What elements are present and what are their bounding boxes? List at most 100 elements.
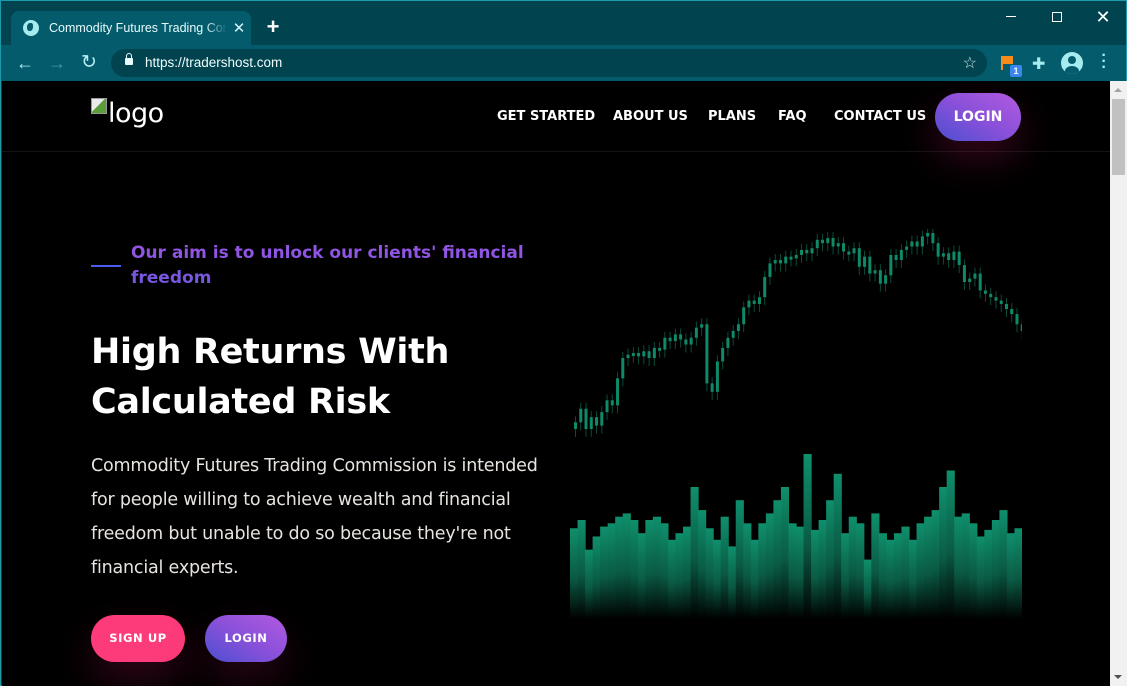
volume-bar bbox=[893, 533, 903, 619]
volume-bar bbox=[1014, 528, 1022, 619]
page-scrollbar[interactable] bbox=[1110, 81, 1127, 686]
candle-body bbox=[936, 243, 940, 257]
new-tab-button[interactable]: + bbox=[263, 15, 283, 39]
candle-body bbox=[815, 239, 819, 249]
volume-bar bbox=[803, 454, 812, 619]
candle-body bbox=[952, 251, 956, 261]
candle-body bbox=[642, 351, 646, 357]
candle-body bbox=[658, 347, 662, 351]
nav-contact-us[interactable]: CONTACT US bbox=[834, 109, 926, 124]
nav-get-started[interactable]: GET STARTED bbox=[497, 109, 595, 124]
forward-button[interactable]: → bbox=[45, 51, 69, 75]
volume-bar bbox=[713, 539, 722, 619]
candle-body bbox=[726, 337, 730, 348]
candlestick-series bbox=[574, 229, 1022, 437]
candle-body bbox=[810, 248, 814, 254]
volume-bar bbox=[705, 528, 714, 619]
candle-body bbox=[831, 238, 835, 247]
volume-bar bbox=[592, 536, 601, 619]
candle-body bbox=[663, 337, 667, 350]
volume-bar bbox=[652, 516, 661, 619]
candle-body bbox=[800, 249, 803, 255]
extensions-puzzle-icon[interactable]: ✚ bbox=[1032, 54, 1045, 74]
candle-body bbox=[700, 324, 704, 328]
minimize-icon bbox=[1006, 16, 1016, 17]
candle-body bbox=[947, 253, 951, 261]
candle-body bbox=[621, 358, 625, 379]
candle-body bbox=[978, 273, 982, 291]
close-tab-icon[interactable]: ✕ bbox=[231, 19, 247, 37]
candle-body bbox=[857, 248, 861, 267]
candle-body bbox=[941, 253, 945, 257]
candle-body bbox=[1010, 309, 1014, 315]
volume-bar bbox=[818, 520, 827, 619]
candle-body bbox=[579, 408, 583, 423]
candle-body bbox=[920, 236, 924, 247]
candle-body bbox=[605, 400, 609, 413]
bookmark-star-icon[interactable]: ☆ bbox=[963, 53, 977, 73]
url-text[interactable]: https://tradershost.com bbox=[145, 55, 282, 70]
extension-badge: 1 bbox=[1010, 65, 1022, 77]
candle-body bbox=[1020, 324, 1022, 331]
candle-body bbox=[616, 378, 620, 406]
nav-plans[interactable]: PLANS bbox=[708, 109, 756, 124]
profile-avatar-icon[interactable] bbox=[1061, 52, 1083, 74]
address-bar[interactable]: https://tradershost.com ☆ bbox=[111, 49, 987, 77]
nav-about-us[interactable]: ABOUT US bbox=[613, 109, 688, 124]
candle-body bbox=[962, 265, 966, 282]
candle-body bbox=[574, 422, 577, 429]
volume-bar bbox=[954, 516, 963, 619]
candle-body bbox=[600, 412, 604, 426]
tab-strip: Commodity Futures Trading Commission ✕ +… bbox=[1, 1, 1126, 45]
candle-body bbox=[842, 243, 846, 252]
candle-body bbox=[736, 324, 740, 331]
candle-body bbox=[626, 354, 630, 359]
volume-bar bbox=[615, 516, 624, 619]
volume-bar bbox=[909, 539, 918, 619]
maximize-button[interactable] bbox=[1047, 7, 1067, 22]
volume-bar bbox=[976, 536, 985, 619]
candle-body bbox=[826, 238, 830, 244]
volume-bar bbox=[991, 520, 1000, 619]
volume-bar bbox=[773, 500, 782, 619]
volume-bar bbox=[969, 523, 978, 619]
reload-button[interactable]: ↻ bbox=[77, 51, 101, 75]
candle-body bbox=[1015, 314, 1019, 325]
scroll-up-arrow-icon[interactable] bbox=[1114, 88, 1122, 92]
scroll-down-arrow-icon[interactable] bbox=[1114, 675, 1122, 679]
flag-extension-button[interactable]: 1 bbox=[1001, 56, 1022, 77]
volume-bar bbox=[743, 523, 752, 619]
window-close-button[interactable]: ✕ bbox=[1093, 7, 1113, 27]
site-logo[interactable]: logo bbox=[91, 98, 164, 129]
candle-body bbox=[637, 352, 641, 357]
volume-bar bbox=[841, 533, 850, 619]
candle-body bbox=[789, 256, 793, 260]
volume-bar bbox=[637, 533, 646, 619]
volume-bar bbox=[946, 470, 955, 619]
volume-bar bbox=[600, 526, 609, 619]
candle-body bbox=[589, 417, 593, 429]
hero-login-button[interactable]: LOGIN bbox=[205, 615, 287, 662]
volume-bar bbox=[833, 473, 842, 619]
kebab-menu-icon[interactable]: · · · bbox=[1099, 48, 1109, 76]
nav-login-button[interactable]: LOGIN bbox=[935, 93, 1021, 141]
candle-body bbox=[731, 331, 735, 338]
volume-bar bbox=[675, 533, 684, 619]
back-button[interactable]: ← bbox=[13, 51, 37, 75]
candle-body bbox=[647, 351, 651, 359]
minimize-button[interactable] bbox=[1001, 7, 1021, 17]
logo-alt-text: logo bbox=[108, 98, 164, 129]
candle-body bbox=[926, 233, 930, 237]
signup-button[interactable]: SIGN UP bbox=[91, 615, 185, 662]
nav-faq[interactable]: FAQ bbox=[778, 109, 807, 124]
volume-bar bbox=[735, 500, 744, 619]
scrollbar-thumb[interactable] bbox=[1112, 99, 1125, 175]
lock-icon[interactable] bbox=[125, 53, 133, 65]
candle-body bbox=[668, 337, 672, 342]
browser-tab-active[interactable]: Commodity Futures Trading Commission ✕ bbox=[11, 11, 251, 45]
flag-cloth bbox=[1003, 56, 1013, 64]
candle-body bbox=[768, 263, 772, 277]
volume-bar bbox=[924, 516, 933, 619]
candle-body bbox=[915, 241, 919, 247]
volume-bar bbox=[577, 520, 586, 619]
